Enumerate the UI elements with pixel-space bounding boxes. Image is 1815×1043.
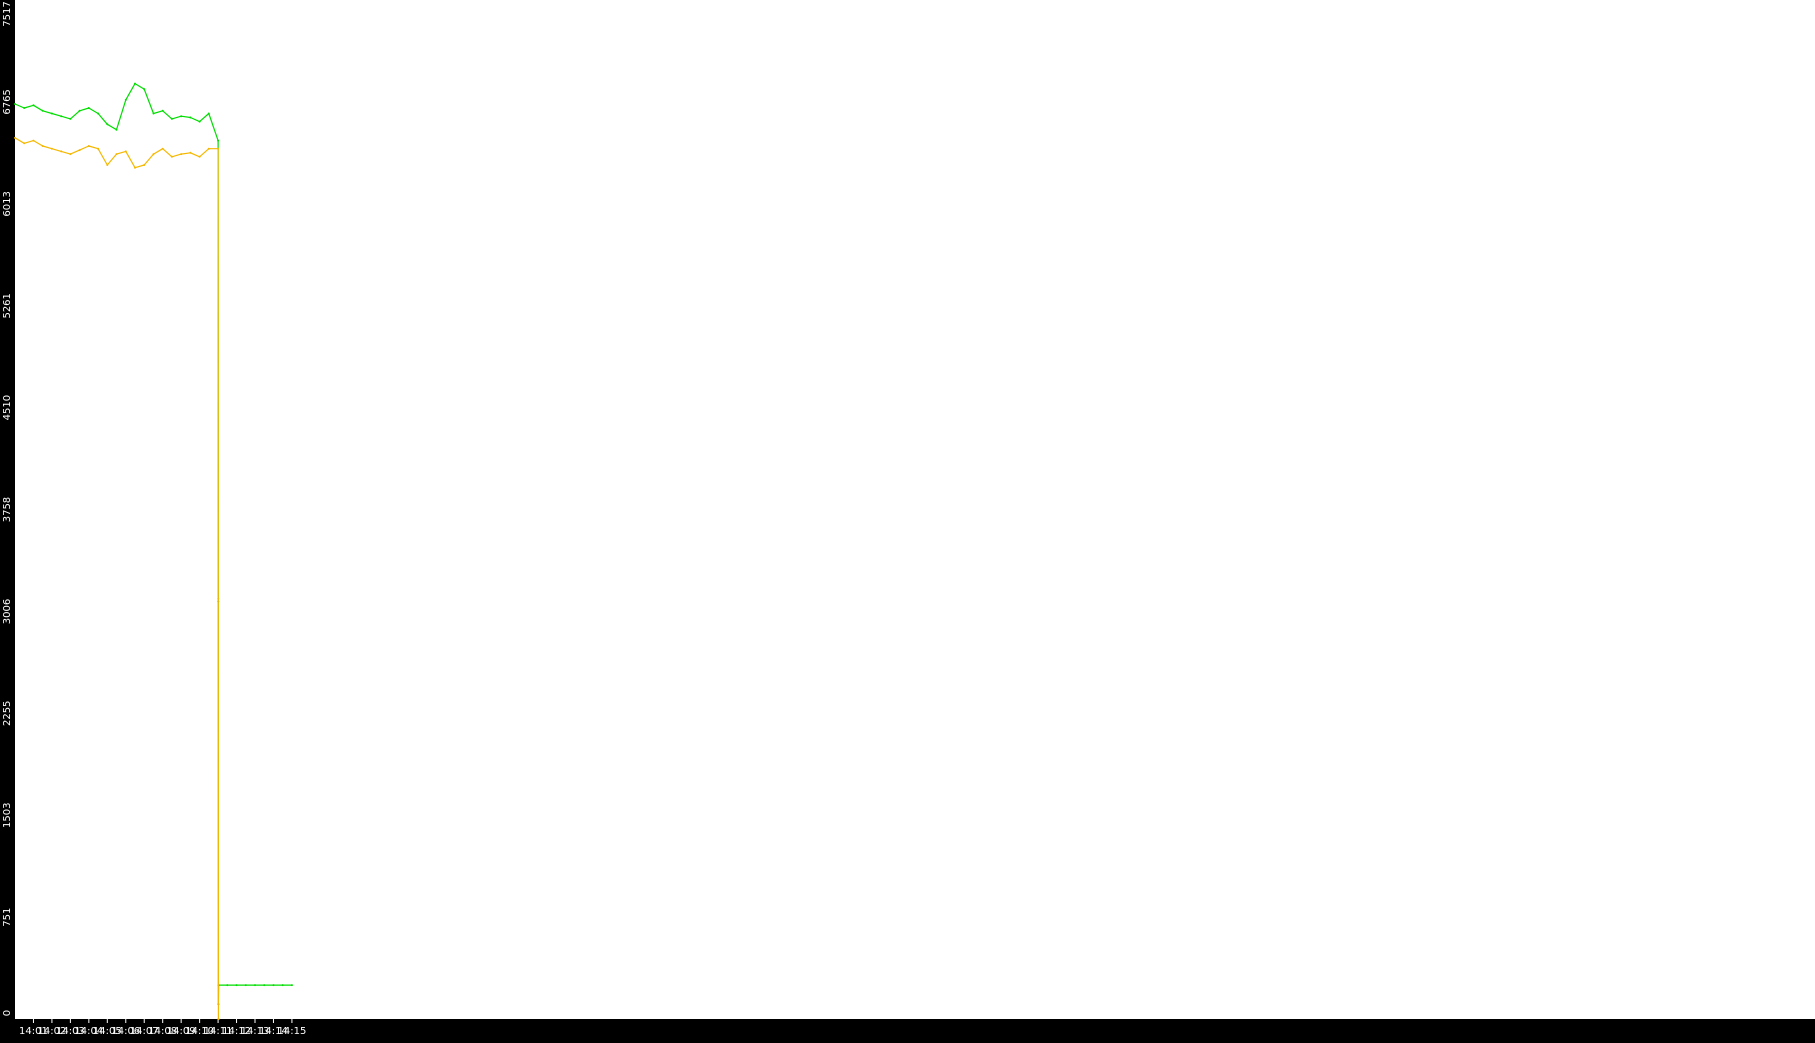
chart-container: 0 751 1503 2255 3006 3758 4510 5261 6013 6765 7517…: [0, 0, 1815, 1039]
series-2-point: [217, 1018, 220, 1020]
series-2-point: [41, 145, 44, 147]
y-axis: 0 751 1503 2255 3006 3758 4510 5261 6013 6765 7517: [2, 1, 13, 1016]
series-1-point: [281, 984, 284, 987]
y-tick-label: 1503: [2, 803, 13, 828]
series-1-point: [115, 128, 118, 131]
series-1-point: [124, 98, 127, 101]
series-2-point: [217, 597, 220, 600]
y-tick-label: 3758: [2, 497, 13, 522]
series-1-point: [207, 112, 210, 115]
series-1-point: [244, 984, 247, 987]
series-1-point: [32, 104, 35, 107]
y-tick-label: 5261: [2, 293, 13, 318]
series-2-point: [14, 136, 16, 139]
series-1-point: [217, 139, 220, 142]
series-1-point: [143, 88, 146, 91]
series-1-point: [60, 115, 63, 118]
x-tick-label: 14:15: [278, 1026, 307, 1037]
series-2-point: [87, 145, 90, 147]
series-1-point: [97, 112, 100, 115]
series-1-point: [254, 984, 256, 987]
series-1-point: [106, 123, 109, 126]
series-2-point: [152, 153, 155, 156]
series-1-point: [235, 984, 238, 987]
y-tick-label: 6765: [2, 89, 13, 114]
series-2-point: [124, 150, 127, 153]
series-1-point: [272, 984, 275, 987]
line-chart: 0 751 1503 2255 3006 3758 4510 5261 6013 6765 7517…: [2, 0, 1815, 1037]
series-1-point: [69, 117, 72, 120]
x-axis: 14:0114:0214:0314:0414:0514:0614:0714:08…: [19, 1019, 306, 1037]
y-tick-label: 0: [2, 1010, 13, 1016]
y-tick-label: 2255: [2, 701, 13, 726]
series-2-point: [106, 164, 109, 166]
series-1-point: [14, 103, 16, 105]
series-2-point: [189, 151, 192, 154]
series-2-point: [60, 150, 63, 153]
series-1-point: [152, 112, 155, 115]
series-2-point: [115, 153, 118, 156]
y-tick-label: 4510: [2, 395, 13, 420]
series-2-point: [32, 139, 35, 142]
series-1-point: [189, 116, 192, 119]
series-2-point: [97, 147, 100, 150]
series-1-point: [290, 984, 293, 987]
series-1-point: [226, 984, 229, 987]
series-1-point: [78, 109, 81, 112]
series-2-point: [143, 164, 146, 166]
series-2-point: [50, 147, 53, 150]
series-1-point: [23, 107, 26, 109]
series-1-point: [41, 109, 44, 112]
y-tick-label: 3006: [2, 599, 13, 624]
series-1-point: [180, 115, 183, 118]
series-1-point: [161, 109, 164, 112]
series-2-point: [170, 155, 173, 158]
series-1-point: [263, 984, 266, 987]
series-2-point: [207, 147, 210, 150]
series-2-point: [198, 155, 201, 158]
series-2-point: [217, 147, 220, 150]
series-2-point: [23, 142, 26, 145]
y-tick-label: 6013: [2, 191, 13, 216]
series-2-point: [78, 149, 81, 152]
series-1-point: [87, 107, 90, 109]
series-1-point: [134, 82, 136, 85]
series-2-point: [134, 166, 136, 169]
series-1-point: [50, 112, 53, 115]
series-1-point: [198, 120, 201, 123]
series-2-point: [180, 153, 183, 156]
y-tick-label: 7517: [2, 1, 13, 26]
plot-area: [15, 0, 1815, 1019]
y-tick-label: 751: [2, 908, 13, 927]
series-2-point: [69, 153, 72, 156]
series-1-point: [170, 117, 173, 120]
series-2-point: [161, 147, 164, 150]
